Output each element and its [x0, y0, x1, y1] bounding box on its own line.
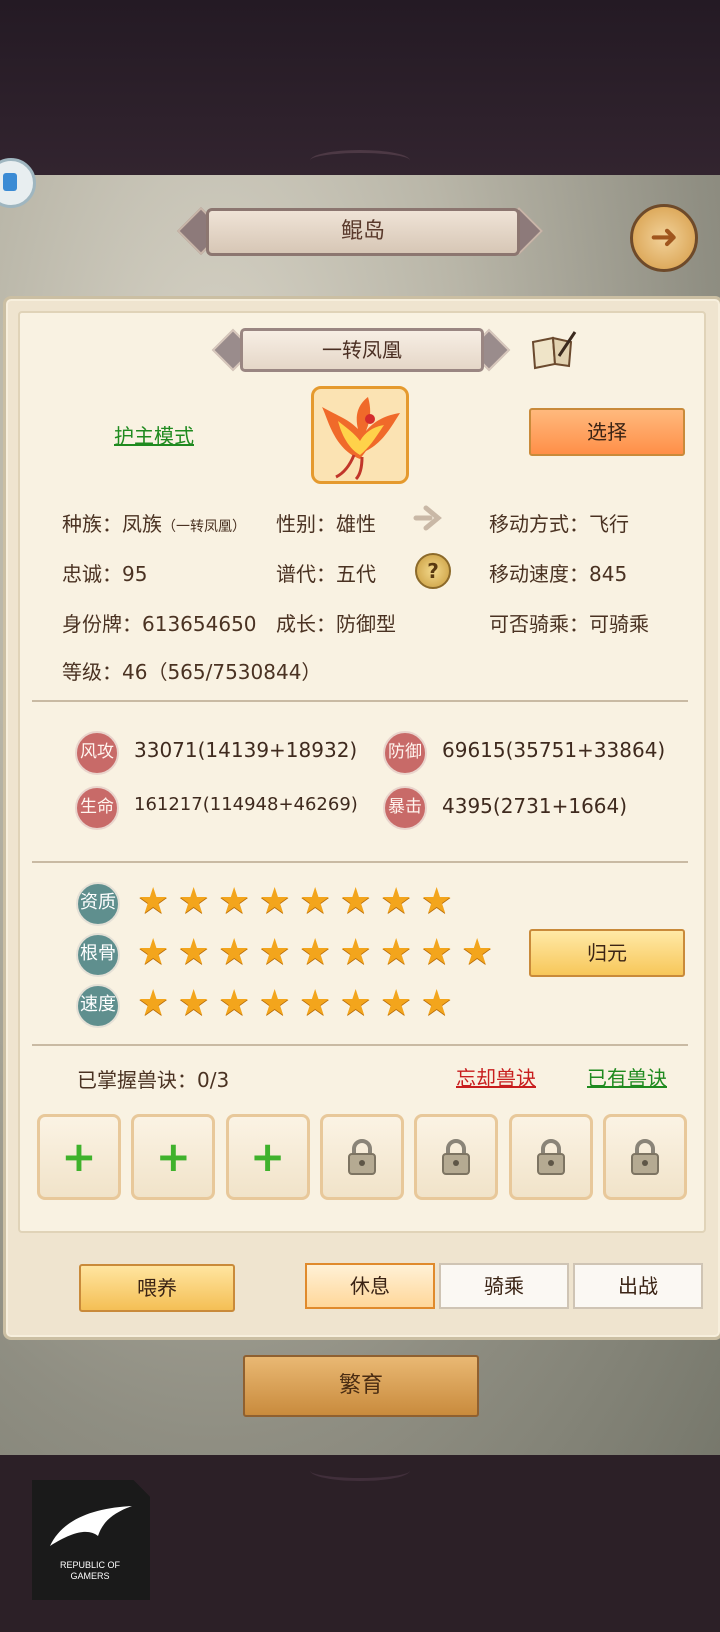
rog-logo: [32, 1480, 150, 1600]
race-note: （一转凤凰）: [162, 519, 246, 535]
help-question-icon[interactable]: ?: [415, 553, 451, 589]
speed-badge: 速度: [76, 984, 120, 1028]
race-text: 种族：凤族: [62, 512, 162, 536]
defense-value: 69615(35751+33864): [442, 738, 666, 762]
plus-icon: +: [61, 1132, 97, 1181]
star-icon: ★: [380, 983, 413, 1024]
star-icon: ★: [461, 932, 494, 973]
attack-badge: 风攻: [75, 731, 119, 775]
growth-info: 成长：防御型: [276, 612, 396, 636]
life-badge: 生命: [75, 786, 119, 830]
book-quill-icon[interactable]: [531, 330, 577, 370]
lock-icon: [536, 1139, 565, 1175]
star-icon: ★: [339, 983, 372, 1024]
skill-slot-locked[interactable]: [414, 1114, 499, 1200]
star-icon: ★: [137, 932, 170, 973]
star-icon: ★: [137, 881, 170, 922]
gender-info: 性别：雄性: [276, 512, 376, 536]
lock-icon: [630, 1139, 659, 1175]
star-icon: ★: [299, 932, 332, 973]
star-icon: ★: [420, 932, 453, 973]
breed-button[interactable]: 繁育: [243, 1355, 479, 1417]
star-icon: ★: [339, 881, 372, 922]
life-value: 161217(114948+46269): [134, 794, 358, 815]
skill-slot-add[interactable]: +: [131, 1114, 216, 1200]
lock-icon: [347, 1139, 376, 1175]
bottom-ornament: [310, 1460, 410, 1481]
star-icon: ★: [218, 881, 251, 922]
return-origin-button[interactable]: 归元: [529, 929, 685, 977]
generation-info: 谱代：五代: [276, 562, 376, 586]
attack-value: 33071(14139+18932): [134, 738, 358, 762]
divider: [32, 700, 688, 702]
id-tag-info: 身份牌：613654650: [62, 612, 257, 636]
star-icon: ★: [218, 983, 251, 1024]
guard-mode-link[interactable]: 护主模式: [114, 420, 194, 449]
island-title: 鲲岛: [206, 208, 520, 256]
divider: [32, 861, 688, 863]
tab-ride[interactable]: 骑乘: [439, 1263, 569, 1309]
star-icon: ★: [258, 983, 291, 1024]
star-icon: ★: [339, 932, 372, 973]
movement-info: 移动方式：飞行: [489, 512, 629, 536]
skill-slot-add[interactable]: +: [225, 1114, 310, 1200]
feed-button[interactable]: 喂养: [79, 1264, 235, 1312]
star-icon: ★: [177, 881, 210, 922]
star-icon: ★: [177, 983, 210, 1024]
rog-line2: GAMERS: [70, 1571, 110, 1581]
gender-switch-arrow-icon[interactable]: [412, 504, 446, 532]
owned-skills-link[interactable]: 已有兽诀: [587, 1062, 667, 1091]
loyalty-info: 忠诚：95: [62, 562, 148, 586]
forget-skill-link[interactable]: 忘却兽诀: [456, 1062, 536, 1091]
plus-icon: +: [249, 1132, 286, 1181]
star-icon: ★: [420, 983, 453, 1024]
crit-value: 4395(2731+1664): [442, 794, 628, 818]
level-info: 等级：46（565/7530844）: [62, 660, 322, 684]
phoenix-icon: [322, 397, 400, 481]
bone-badge: 根骨: [76, 933, 120, 977]
star-icon: ★: [299, 983, 332, 1024]
star-icon: ★: [137, 983, 170, 1024]
star-icon: ★: [380, 881, 413, 922]
back-arrow-icon: ➜: [649, 217, 679, 257]
defense-badge: 防御: [383, 731, 427, 775]
skill-slot-add[interactable]: +: [37, 1114, 121, 1200]
rog-watermark-text: REPUBLIC OF GAMERS: [40, 1560, 140, 1582]
skill-slot-locked[interactable]: [508, 1114, 593, 1200]
top-status-band: [0, 0, 720, 175]
select-button[interactable]: 选择: [529, 408, 685, 456]
top-ornament: [310, 150, 410, 171]
star-icon: ★: [258, 881, 291, 922]
divider: [32, 1044, 688, 1046]
star-icon: ★: [177, 932, 210, 973]
star-icon: ★: [218, 932, 251, 973]
phoenix-portrait[interactable]: [311, 386, 409, 484]
skill-slot-locked[interactable]: [319, 1114, 404, 1200]
star-icon: ★: [380, 932, 413, 973]
star-icon: ★: [258, 932, 291, 973]
star-icon: ★: [299, 881, 332, 922]
rog-eye-icon: [50, 1506, 132, 1546]
pet-name: 一转凤凰: [240, 328, 484, 372]
pet-name-banner: 一转凤凰: [211, 326, 511, 372]
tab-fight[interactable]: 出战: [573, 1263, 703, 1309]
chat-icon: [3, 173, 17, 191]
tab-rest[interactable]: 休息: [305, 1263, 435, 1309]
move-speed-info: 移动速度：845: [489, 562, 628, 586]
lock-icon: [442, 1139, 471, 1175]
plus-icon: +: [155, 1132, 191, 1181]
rideable-info: 可否骑乘：可骑乘: [489, 612, 649, 636]
star-icon: ★: [420, 881, 453, 922]
skill-slot-locked[interactable]: [602, 1114, 687, 1200]
race-info: 种族：凤族（一转凤凰）: [62, 508, 246, 537]
rog-line1: REPUBLIC OF: [59, 1560, 120, 1570]
aptitude-badge: 资质: [76, 882, 120, 926]
island-title-banner: 鲲岛: [176, 206, 544, 256]
crit-badge: 暴击: [383, 786, 427, 830]
back-arrow-button[interactable]: ➜: [630, 204, 698, 272]
mastered-skills-label: 已掌握兽诀：0/3: [77, 1068, 230, 1092]
